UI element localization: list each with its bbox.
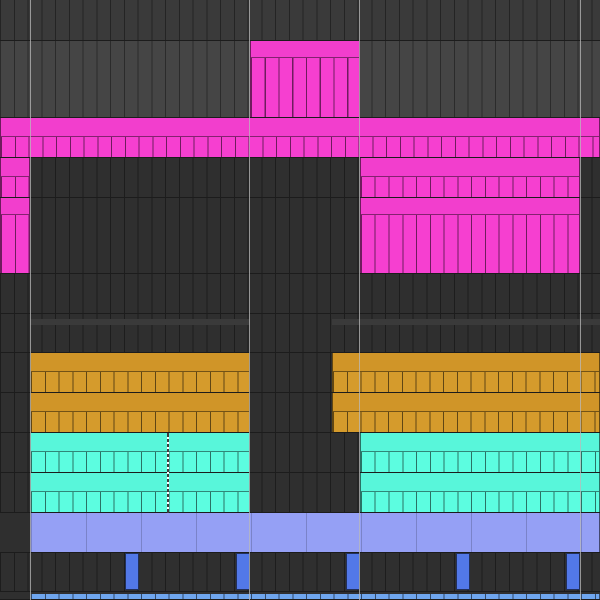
magenta-clip[interactable]	[0, 198, 30, 273]
clip-content	[333, 412, 599, 432]
note-block[interactable]	[236, 553, 250, 590]
lane-grid	[0, 0, 600, 40]
clip-header	[31, 433, 249, 452]
track-lane-8[interactable]	[0, 353, 600, 393]
clip-header	[361, 433, 599, 452]
locator-line[interactable]	[359, 0, 360, 600]
clip-header	[31, 393, 249, 412]
track-lane-5[interactable]	[0, 198, 600, 274]
clip-content	[31, 492, 249, 512]
edit-cursor[interactable]	[167, 433, 169, 513]
clip-content	[361, 492, 599, 512]
clip-content	[31, 452, 249, 472]
magenta-clip[interactable]	[0, 158, 30, 197]
clip-header	[333, 353, 599, 372]
clip-content	[333, 372, 599, 392]
group-divider	[332, 319, 600, 325]
note-block[interactable]	[456, 553, 470, 590]
gold-clip[interactable]	[30, 353, 250, 392]
track-lane-3[interactable]	[0, 118, 600, 158]
clip-content	[31, 594, 599, 599]
track-lane-2[interactable]	[0, 41, 600, 118]
track-lane-11[interactable]	[0, 473, 600, 513]
gold-clip[interactable]	[332, 353, 600, 392]
track-lane-7[interactable]	[0, 314, 600, 353]
clip-content	[251, 58, 359, 117]
clip-content	[31, 372, 249, 392]
track-lane-14[interactable]	[0, 592, 600, 600]
magenta-clip[interactable]	[250, 41, 360, 117]
group-divider	[30, 319, 250, 325]
magenta-clip[interactable]	[0, 118, 600, 157]
clip-content	[361, 452, 599, 472]
clip-header	[361, 198, 579, 215]
clip-content	[1, 137, 599, 157]
clip-content	[361, 177, 579, 197]
track-lane-4[interactable]	[0, 158, 600, 198]
lane-grid	[0, 553, 600, 591]
clip-header	[361, 158, 579, 177]
cyan-clip[interactable]	[30, 473, 250, 512]
clip-header	[1, 198, 29, 215]
clip-header	[361, 473, 599, 492]
track-lane-12[interactable]	[0, 513, 600, 553]
track-lane-1[interactable]	[0, 0, 600, 41]
clip-content	[361, 215, 579, 273]
locator-line[interactable]	[249, 0, 250, 600]
clip-content	[1, 215, 29, 273]
gold-clip[interactable]	[30, 393, 250, 432]
note-block[interactable]	[346, 553, 360, 590]
clip-header	[1, 158, 29, 177]
clip-content	[31, 412, 249, 432]
clip-header	[251, 41, 359, 58]
locator-line[interactable]	[30, 0, 31, 600]
arrangement-view[interactable]	[0, 0, 600, 600]
lavender-clip[interactable]	[30, 513, 600, 552]
clip-header	[31, 353, 249, 372]
clip-content	[31, 513, 599, 552]
note-block[interactable]	[125, 553, 139, 590]
cyan-clip[interactable]	[360, 473, 600, 512]
magenta-clip[interactable]	[360, 158, 580, 197]
blue-clip[interactable]	[30, 594, 600, 599]
clip-header	[333, 393, 599, 412]
clip-content	[1, 177, 29, 197]
clip-header	[31, 473, 249, 492]
track-lane-6[interactable]	[0, 274, 600, 314]
cyan-clip[interactable]	[30, 433, 250, 472]
clip-header	[1, 118, 599, 137]
track-lane-9[interactable]	[0, 393, 600, 433]
cyan-clip[interactable]	[360, 433, 600, 472]
note-block[interactable]	[566, 553, 580, 590]
magenta-clip[interactable]	[360, 198, 580, 273]
track-lane-10[interactable]	[0, 433, 600, 473]
lane-grid	[0, 274, 600, 313]
gold-clip[interactable]	[332, 393, 600, 432]
track-lane-13[interactable]	[0, 553, 600, 592]
locator-line[interactable]	[580, 0, 581, 600]
